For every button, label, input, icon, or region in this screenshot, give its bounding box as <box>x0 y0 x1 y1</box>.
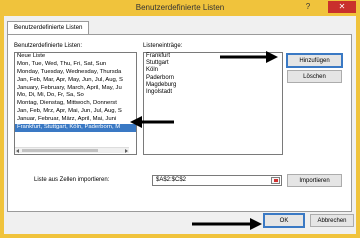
import-label: Liste aus Zellen importieren: <box>34 177 110 183</box>
import-button[interactable]: Importieren <box>287 174 342 187</box>
list-item[interactable]: Montag, Dienstag, Mittwoch, Donnerst <box>15 100 136 108</box>
list-item[interactable]: Jan, Feb, Mar, Apr, May, Jun, Jul, Aug, … <box>15 77 136 85</box>
list-entries-textarea[interactable]: Frankfurt Stuttgart Köln Paderborn Magde… <box>143 52 283 155</box>
custom-lists-listbox[interactable]: Neue Liste Mon, Tue, Wed, Thu, Fri, Sat,… <box>14 52 137 155</box>
arrow-pointing-add-button <box>220 51 278 63</box>
list-item[interactable]: Mo, Di, Mi, Do, Fr, Sa, So <box>15 92 136 100</box>
entry-line: Ingolstadt <box>146 88 173 95</box>
delete-button[interactable]: Löschen <box>287 70 342 83</box>
list-item[interactable]: Mon, Tue, Wed, Thu, Fri, Sat, Sun <box>15 61 136 69</box>
custom-lists-label: Benutzerdefinierte Listen: <box>14 43 83 49</box>
dialog-client-area: Benutzerdefinierte Listen Benutzerdefini… <box>4 16 356 234</box>
list-item-selected[interactable]: Frankfurt, Stuttgart, Köln, Paderborn, M <box>15 124 136 132</box>
dialog-window: Benutzerdefinierte Listen ? ✕ Benutzerde… <box>0 0 360 238</box>
list-item[interactable]: Neue Liste <box>15 53 136 61</box>
scrollbar-thumb[interactable] <box>22 149 98 152</box>
list-item[interactable]: Januar, Februar, März, April, Mai, Juni <box>15 116 136 124</box>
help-button[interactable]: ? <box>300 1 316 13</box>
close-button[interactable]: ✕ <box>328 1 356 13</box>
tab-panel: Benutzerdefinierte Listen: Listeneinträg… <box>7 34 352 212</box>
cancel-button[interactable]: Abbrechen <box>310 214 354 227</box>
list-entries-label: Listeneinträge: <box>143 43 183 49</box>
arrow-pointing-ok-button <box>192 218 262 230</box>
list-item[interactable]: Jan, Feb, Mrz, Apr, Mai, Jun, Jul, Aug, … <box>15 108 136 116</box>
import-range-value: $A$2:$C$2 <box>156 177 187 183</box>
add-button[interactable]: Hinzufügen <box>286 53 343 68</box>
list-item[interactable]: Monday, Tuesday, Wednesday, Thursda <box>15 69 136 77</box>
tab-custom-lists[interactable]: Benutzerdefinierte Listen <box>7 21 90 34</box>
ok-button[interactable]: OK <box>263 213 305 228</box>
title-bar[interactable]: Benutzerdefinierte Listen ? ✕ <box>0 0 360 16</box>
entry-line: Paderborn <box>146 74 175 81</box>
arrow-pointing-selected-list <box>130 116 174 128</box>
import-range-field[interactable]: $A$2:$C$2 <box>152 175 282 186</box>
scroll-right-icon[interactable] <box>125 149 128 153</box>
scroll-left-icon[interactable] <box>16 149 19 153</box>
collapse-dialog-icon[interactable] <box>271 177 280 184</box>
horizontal-scrollbar[interactable] <box>15 147 129 153</box>
list-item[interactable]: January, February, March, April, May, Ju <box>15 85 136 93</box>
entry-line: Köln <box>146 67 159 74</box>
entry-line: Magdeburg <box>146 81 177 88</box>
